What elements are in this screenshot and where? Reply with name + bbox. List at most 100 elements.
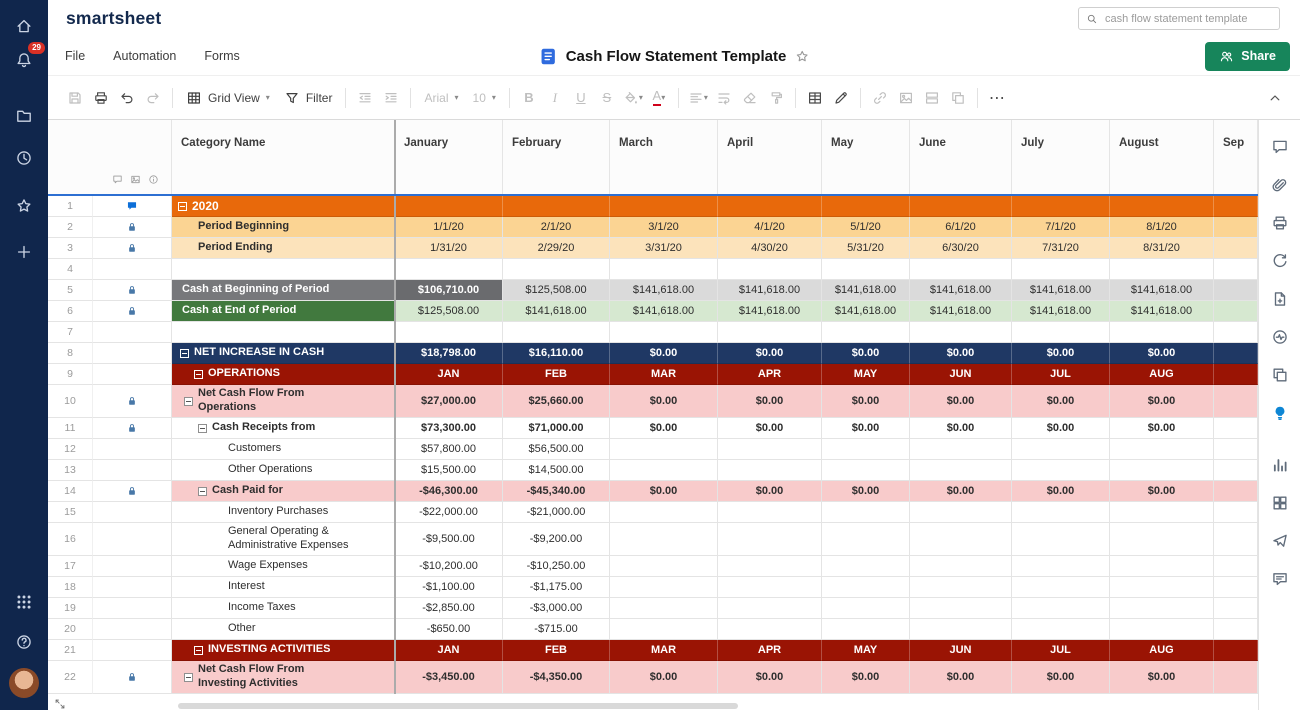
value-cell[interactable] <box>1214 661 1258 694</box>
value-cell[interactable] <box>718 196 822 217</box>
collapse-toggle-icon[interactable] <box>194 646 203 655</box>
row-number[interactable]: 12 <box>48 439 93 460</box>
column-header-sep[interactable]: Sep <box>1214 120 1258 196</box>
value-cell[interactable]: $0.00 <box>1012 418 1110 439</box>
value-cell[interactable] <box>1214 343 1258 364</box>
value-cell[interactable]: $0.00 <box>1110 661 1214 694</box>
value-cell[interactable] <box>718 556 822 577</box>
category-cell[interactable]: 2020 <box>172 196 395 217</box>
value-cell[interactable] <box>1214 280 1258 301</box>
home-icon[interactable] <box>10 12 38 40</box>
value-cell[interactable]: $0.00 <box>910 661 1012 694</box>
value-cell[interactable] <box>610 196 718 217</box>
value-cell[interactable] <box>1110 556 1214 577</box>
align-button[interactable]: ▾ <box>685 85 711 111</box>
create-new-icon[interactable] <box>10 238 38 266</box>
value-cell[interactable] <box>610 502 718 523</box>
feedback-icon[interactable] <box>1271 570 1289 588</box>
value-cell[interactable] <box>1214 523 1258 556</box>
value-cell[interactable]: -$22,000.00 <box>395 502 503 523</box>
value-cell[interactable]: -$2,850.00 <box>395 598 503 619</box>
value-cell[interactable] <box>610 598 718 619</box>
row-number[interactable]: 1 <box>48 196 93 217</box>
value-cell[interactable] <box>1214 619 1258 640</box>
value-cell[interactable]: APR <box>718 640 822 661</box>
value-cell[interactable]: JUL <box>1012 640 1110 661</box>
column-header-may[interactable]: May <box>822 120 910 196</box>
value-cell[interactable]: $16,110.00 <box>503 343 610 364</box>
value-cell[interactable] <box>1214 577 1258 598</box>
value-cell[interactable] <box>910 577 1012 598</box>
collapse-toolbar-button[interactable] <box>1262 85 1288 111</box>
value-cell[interactable] <box>610 523 718 556</box>
value-cell[interactable] <box>610 556 718 577</box>
value-cell[interactable]: FEB <box>503 640 610 661</box>
collapse-toggle-icon[interactable] <box>184 397 193 406</box>
redo-button[interactable] <box>140 85 166 111</box>
column-header-january[interactable]: January <box>395 120 503 196</box>
value-cell[interactable] <box>910 322 1012 343</box>
category-cell[interactable]: Inventory Purchases <box>172 502 395 523</box>
value-cell[interactable]: $0.00 <box>1110 481 1214 502</box>
value-cell[interactable] <box>1110 439 1214 460</box>
conversations-icon[interactable] <box>1271 138 1289 156</box>
value-cell[interactable]: -$650.00 <box>395 619 503 640</box>
value-cell[interactable]: $18,798.00 <box>395 343 503 364</box>
value-cell[interactable]: 3/1/20 <box>610 217 718 238</box>
activity-log-icon[interactable] <box>1271 328 1289 346</box>
indent-button[interactable] <box>378 85 404 111</box>
search-box[interactable] <box>1078 7 1280 30</box>
value-cell[interactable] <box>610 259 718 280</box>
value-cell[interactable]: -$3,450.00 <box>395 661 503 694</box>
value-cell[interactable] <box>910 259 1012 280</box>
value-cell[interactable]: $125,508.00 <box>503 280 610 301</box>
value-cell[interactable]: $71,000.00 <box>503 418 610 439</box>
value-cell[interactable] <box>395 259 503 280</box>
format-painter-button[interactable] <box>763 85 789 111</box>
value-cell[interactable]: $0.00 <box>822 385 910 418</box>
value-cell[interactable] <box>1110 523 1214 556</box>
value-cell[interactable] <box>1214 418 1258 439</box>
value-cell[interactable]: $0.00 <box>718 343 822 364</box>
value-cell[interactable]: 8/1/20 <box>1110 217 1214 238</box>
value-cell[interactable]: 6/1/20 <box>910 217 1012 238</box>
value-cell[interactable]: 4/1/20 <box>718 217 822 238</box>
value-cell[interactable] <box>1214 598 1258 619</box>
category-cell[interactable]: NET INCREASE IN CASH <box>172 343 395 364</box>
value-cell[interactable] <box>1012 502 1110 523</box>
value-cell[interactable] <box>718 439 822 460</box>
category-cell[interactable] <box>172 322 395 343</box>
value-cell[interactable] <box>1214 460 1258 481</box>
value-cell[interactable]: $57,800.00 <box>395 439 503 460</box>
italic-button[interactable]: I <box>542 85 568 111</box>
favorites-icon[interactable] <box>10 192 38 220</box>
value-cell[interactable] <box>1214 364 1258 385</box>
category-cell[interactable]: Net Cash Flow From Investing Activities <box>172 661 395 694</box>
fill-color-button[interactable]: ▾ <box>620 85 646 111</box>
value-cell[interactable] <box>1012 598 1110 619</box>
view-selector[interactable]: Grid View▾ <box>179 85 277 111</box>
value-cell[interactable] <box>1012 322 1110 343</box>
collapse-toggle-icon[interactable] <box>178 202 187 211</box>
menu-forms[interactable]: Forms <box>204 49 239 63</box>
category-cell[interactable]: Wage Expenses <box>172 556 395 577</box>
value-cell[interactable]: $0.00 <box>1110 343 1214 364</box>
value-cell[interactable] <box>1214 439 1258 460</box>
value-cell[interactable]: -$10,200.00 <box>395 556 503 577</box>
proofs-icon[interactable] <box>1271 214 1289 232</box>
save-button[interactable] <box>62 85 88 111</box>
value-cell[interactable] <box>610 577 718 598</box>
value-cell[interactable]: AUG <box>1110 364 1214 385</box>
value-cell[interactable]: AUG <box>1110 640 1214 661</box>
value-cell[interactable] <box>1110 259 1214 280</box>
value-cell[interactable]: $73,300.00 <box>395 418 503 439</box>
frozen-column-divider[interactable] <box>394 120 396 694</box>
value-cell[interactable] <box>718 322 822 343</box>
highlight-pen-button[interactable] <box>828 85 854 111</box>
value-cell[interactable]: $141,618.00 <box>718 280 822 301</box>
value-cell[interactable]: $0.00 <box>822 418 910 439</box>
value-cell[interactable]: JAN <box>395 364 503 385</box>
value-cell[interactable]: $0.00 <box>910 385 1012 418</box>
value-cell[interactable] <box>1110 322 1214 343</box>
value-cell[interactable]: -$45,340.00 <box>503 481 610 502</box>
